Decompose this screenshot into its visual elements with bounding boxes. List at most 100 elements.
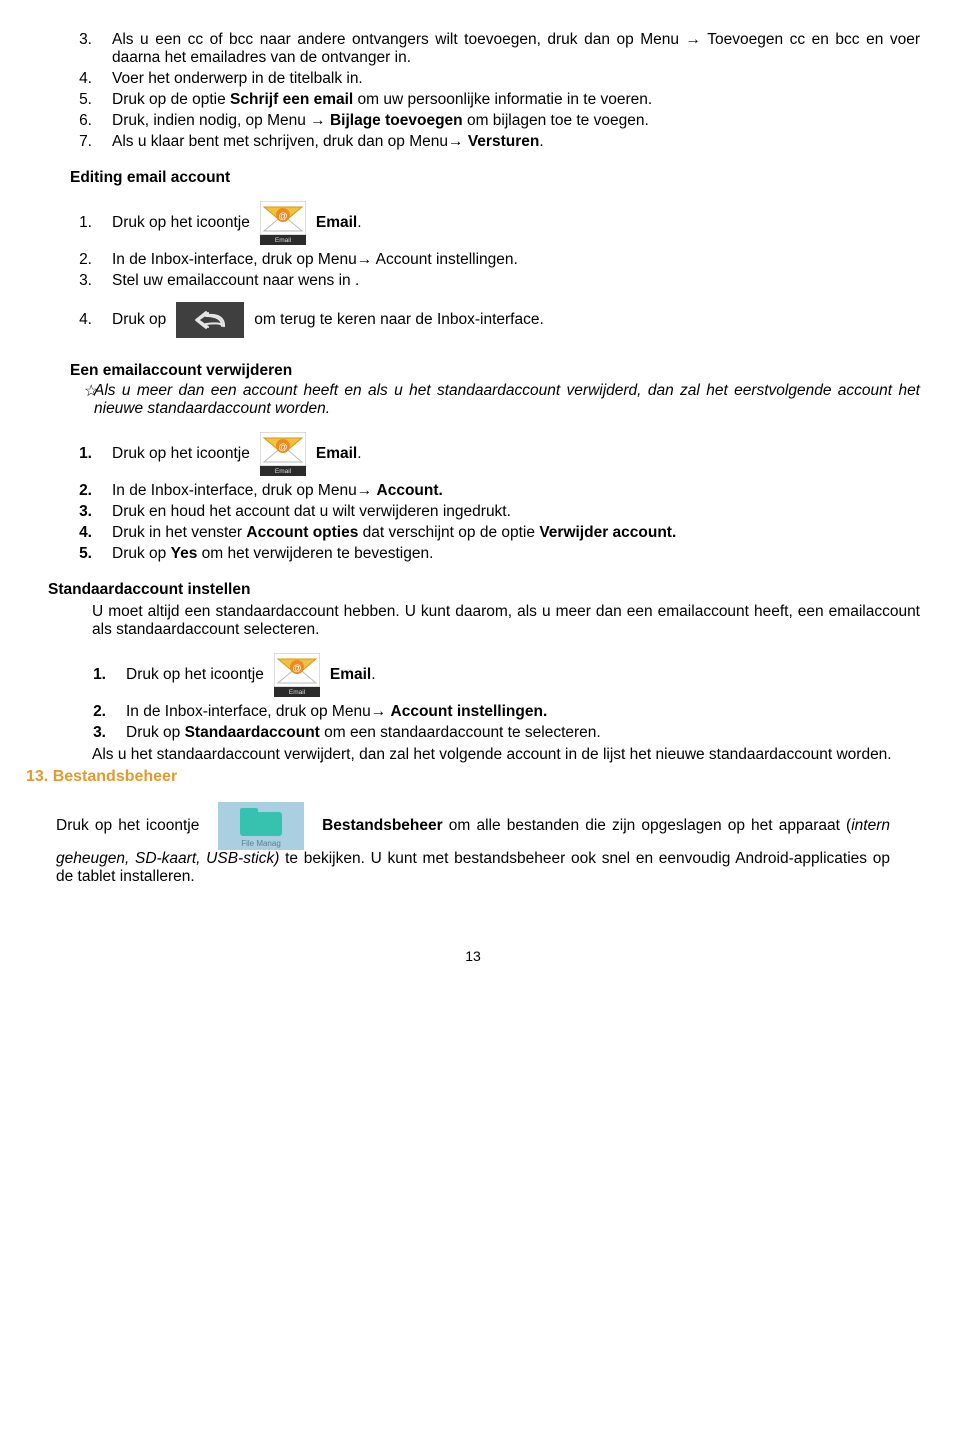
note-block: ☆ Als u meer dan een account heeft en al… (84, 382, 920, 418)
text-span: Druk op (112, 545, 171, 562)
text-span: In de Inbox-interface, druk op Menu→ (126, 703, 391, 720)
list-item: 1. Druk op het icoontje @ Email Email. (40, 653, 920, 697)
list-number: 5. (26, 545, 112, 563)
bold-span: Email (316, 214, 357, 231)
list-number: 1. (40, 653, 126, 697)
svg-text:Email: Email (275, 468, 292, 475)
list-item: 4. Druk in het venster Account opties da… (26, 524, 920, 542)
list-number: 2. (40, 703, 126, 721)
bold-span: Account. (377, 482, 443, 499)
list-item: 3. Druk en houd het account dat u wilt v… (26, 503, 920, 521)
back-arrow-icon (176, 302, 244, 338)
bold-span: Bijlage toevoegen (330, 112, 463, 129)
list-item: 3. Stel uw emailaccount naar wens in . (26, 272, 920, 290)
list-text: In de Inbox-interface, druk op Menu→ Acc… (112, 251, 920, 269)
list-number: 5. (26, 91, 112, 109)
text-span: . (357, 214, 361, 231)
list-number: 3. (26, 31, 112, 67)
svg-text:@: @ (278, 442, 287, 452)
list-text: Druk op Standaardaccount om een standaar… (126, 724, 920, 742)
svg-text:@: @ (278, 211, 287, 221)
text-span: Druk op het icoontje (112, 201, 250, 245)
email-icon: @ Email (274, 653, 320, 697)
list-number: 6. (26, 112, 112, 130)
text-span: Druk in het venster (112, 524, 246, 541)
list-number: 3. (40, 724, 126, 742)
list-text: Als u een cc of bcc naar andere ontvange… (112, 31, 920, 67)
bold-span: Account opties (246, 524, 358, 541)
list-item: 6. Druk, indien nodig, op Menu → Bijlage… (26, 112, 920, 130)
list-number: 3. (26, 503, 112, 521)
list-text: In de Inbox-interface, druk op Menu→ Acc… (126, 703, 920, 721)
list-item: 2. In de Inbox-interface, druk op Menu→ … (26, 482, 920, 500)
list-item: 7. Als u klaar bent met schrijven, druk … (26, 133, 920, 151)
text-span: In de Inbox-interface, druk op Menu→ (112, 482, 377, 499)
list-number: 7. (26, 133, 112, 151)
file-manager-icon: File Manag (218, 802, 304, 850)
section-heading-editing: Editing email account (70, 169, 920, 187)
text-span: Email. (316, 432, 362, 476)
section-heading-default: Standaardaccount instellen (48, 581, 920, 599)
text-span: Druk op de optie (112, 91, 230, 108)
text-span: Druk, indien nodig, op Menu → (112, 112, 330, 129)
text-span: om het verwijderen te bevestigen. (197, 545, 433, 562)
list-text: Als u klaar bent met schrijven, druk dan… (112, 133, 920, 151)
chapter-heading: 13. Bestandsbeheer (26, 768, 920, 786)
list-number: 4. (26, 298, 112, 342)
list-text: Druk in het venster Account opties dat v… (112, 524, 920, 542)
list-text: In de Inbox-interface, druk op Menu→ Acc… (112, 482, 920, 500)
text-span: . (357, 445, 361, 462)
list-item: 3. Druk op Standaardaccount om een stand… (40, 724, 920, 742)
bold-span: Email (316, 445, 357, 462)
list-item: 4. Voer het onderwerp in de titelbalk in… (26, 70, 920, 88)
list-item: 1. Druk op het icoontje @ Email Email. (26, 432, 920, 476)
list-text: Druk, indien nodig, op Menu → Bijlage to… (112, 112, 920, 130)
text-span: Druk op het icoontje (112, 432, 250, 476)
text-span: Druk op het icoontje (126, 653, 264, 697)
list-text: Druk op Yes om het verwijderen te bevest… (112, 545, 920, 563)
svg-text:@: @ (292, 663, 301, 673)
list-item: 3. Als u een cc of bcc naar andere ontva… (26, 31, 920, 67)
text-span: . (371, 666, 375, 683)
list-text: Druk op de optie Schrijf een email om uw… (112, 91, 920, 109)
text-span: om alle bestanden die zijn opgeslagen op… (443, 817, 852, 834)
bold-span: Versturen (468, 133, 540, 150)
email-icon: @ Email (260, 201, 306, 245)
bold-span: Email (330, 666, 371, 683)
list-text: Voer het onderwerp in de titelbalk in. (112, 70, 920, 88)
list-text: Druk en houd het account dat u wilt verw… (112, 503, 920, 521)
text-span: Druk op (112, 298, 166, 342)
text-span: om bijlagen toe te voegen. (463, 112, 649, 129)
list-number: 2. (26, 482, 112, 500)
list-item: 2. In de Inbox-interface, druk op Menu→ … (40, 703, 920, 721)
text-span: Email. (316, 201, 362, 245)
text-span: om uw persoonlijke informatie in te voer… (353, 91, 652, 108)
section-heading-remove: Een emailaccount verwijderen (70, 362, 920, 380)
list-number: 3. (26, 272, 112, 290)
list-number: 2. (26, 251, 112, 269)
text-span: . (539, 133, 543, 150)
text-span: Email. (330, 653, 376, 697)
note-text: Als u meer dan een account heeft en als … (94, 382, 920, 418)
bold-span: Schrijf een email (230, 91, 353, 108)
paragraph: Druk op het icoontje File Manag Bestands… (56, 802, 890, 886)
text-span: om een standaardaccount te selecteren. (320, 724, 601, 741)
text-span: Als u klaar bent met schrijven, druk dan… (112, 133, 468, 150)
list-item: 4. Druk op om terug te keren naar de Inb… (26, 298, 920, 342)
list-number: 4. (26, 524, 112, 542)
bold-span: Verwijder account. (539, 524, 676, 541)
page-number: 13 (26, 948, 920, 964)
text-span: Druk op het icoontje (56, 817, 199, 834)
bold-span: Standaardaccount (185, 724, 320, 741)
list-item: 2. In de Inbox-interface, druk op Menu→ … (26, 251, 920, 269)
list-item: 1. Druk op het icoontje @ Email Email. (26, 201, 920, 245)
bold-span: Bestandsbeheer (322, 817, 443, 834)
list-item: 5. Druk op de optie Schrijf een email om… (26, 91, 920, 109)
svg-text:Email: Email (289, 689, 306, 696)
email-icon: @ Email (260, 432, 306, 476)
text-span: Druk op (126, 724, 185, 741)
text-span: dat verschijnt op de optie (358, 524, 539, 541)
bold-span: Account instellingen. (391, 703, 548, 720)
list-number: 1. (26, 201, 112, 245)
svg-text:Email: Email (275, 237, 292, 244)
